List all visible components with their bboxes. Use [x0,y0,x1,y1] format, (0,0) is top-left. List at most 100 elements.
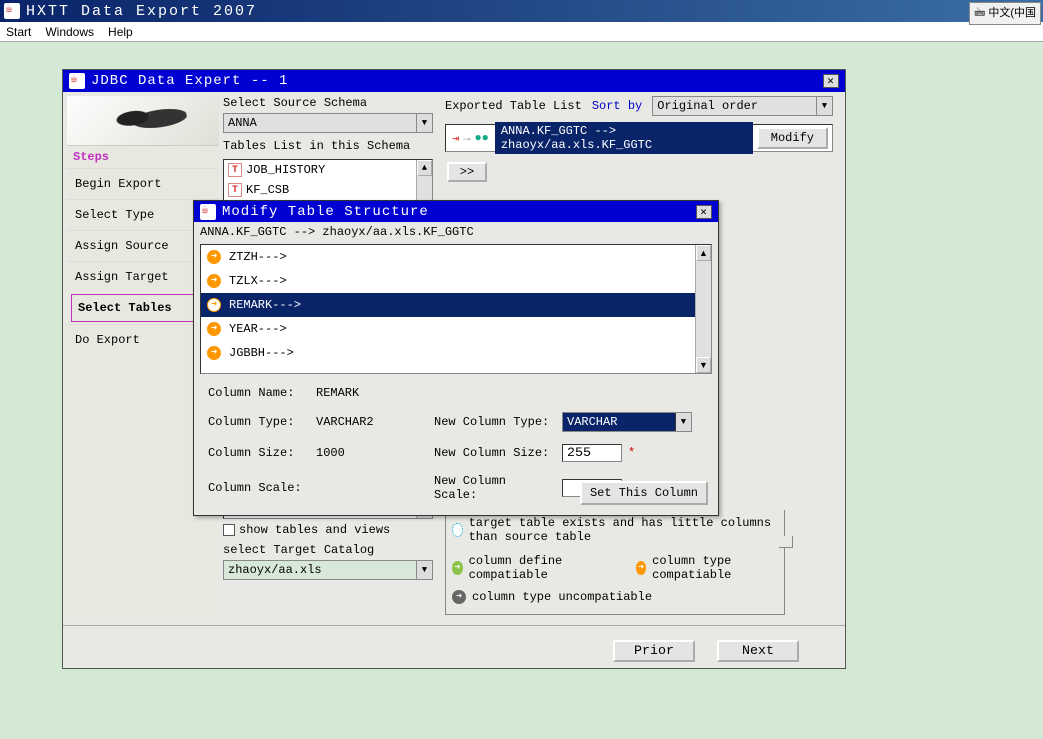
move-right-button[interactable]: >> [447,162,487,182]
label-column-name: Column Name: [208,386,308,400]
column-name: TZLX---> [229,274,287,288]
status-icon: ➜ [452,561,463,575]
table-row[interactable]: T KF_CSB [224,180,432,200]
new-column-type-value: VARCHAR [563,415,675,429]
column-row[interactable]: ➜ YEAR---> [201,317,711,341]
schema-combo[interactable]: ANNA ▼ [223,113,433,133]
export-row-text: ANNA.KF_GGTC --> zhaoyx/aa.xls.KF_GGTC [495,122,753,154]
app-titlebar: HXTT Data Export 2007 [0,0,1043,22]
label-new-column-size: New Column Size: [434,446,554,460]
scroll-up-icon[interactable]: ▲ [417,160,432,176]
ime-indicator[interactable]: 🖮 中文(中国 [969,2,1041,25]
catalog-value: zhaoyx/aa.xls [224,563,416,577]
column-row[interactable]: ➜ JGBBH---> [201,341,711,365]
schema-label: Select Source Schema [223,96,433,110]
chevron-down-icon[interactable]: ▼ [416,561,432,579]
required-star: * [628,446,635,460]
sort-value: Original order [653,99,816,113]
chevron-down-icon[interactable]: ▼ [675,413,691,431]
step-begin-export[interactable]: Begin Export [67,168,219,199]
nav-buttons: Prior Next [63,625,845,662]
table-name: JOB_HISTORY [246,163,325,177]
status-icon: ➜ [636,561,647,575]
tables-list-label: Tables List in this Schema [223,139,433,153]
catalog-combo[interactable]: zhaoyx/aa.xls ▼ [223,560,433,580]
export-row[interactable]: ⇥ → ●● ANNA.KF_GGTC --> zhaoyx/aa.xls.KF… [446,127,832,149]
set-this-column-button[interactable]: Set This Column [580,481,708,505]
arrow-icon: ➜ [207,346,221,360]
value-column-size: 1000 [316,446,426,460]
dialog-path: ANNA.KF_GGTC --> zhaoyx/aa.xls.KF_GGTC [194,222,718,242]
column-name: ZTZH---> [229,250,287,264]
transfer-icon: ⇥ [452,131,459,146]
arrow-icon: ➜ [207,298,221,312]
exported-table-list[interactable]: ⇥ → ●● ANNA.KF_GGTC --> zhaoyx/aa.xls.KF… [445,124,833,152]
show-tables-views-checkbox[interactable]: show tables and views [223,523,433,537]
legend-group: • target table exists and has little col… [445,510,785,615]
label-new-column-scale: New Column Scale: [434,474,554,502]
label-new-column-type: New Column Type: [434,415,554,429]
new-column-size-input[interactable] [562,444,622,462]
legend-text: column define compatiable [469,554,606,582]
legend-text: target table exists and has little colum… [469,516,778,544]
new-column-type-combo[interactable]: VARCHAR ▼ [562,412,692,432]
table-name: KF_CSB [246,183,289,197]
column-name: YEAR---> [229,322,287,336]
arrow-icon: ➜ [207,250,221,264]
dialog-title: Modify Table Structure [222,204,429,220]
modify-button[interactable]: Modify [757,127,828,149]
app-title: HXTT Data Export 2007 [26,3,257,20]
close-icon[interactable]: ✕ [823,74,839,88]
workspace: JDBC Data Expert -- 1 ✕ Steps Begin Expo… [0,42,1043,739]
legend-text: column type compatiable [652,554,778,582]
exported-list-label: Exported Table List [445,99,582,113]
menu-help[interactable]: Help [108,25,133,39]
dialog-titlebar: Modify Table Structure ✕ [194,201,718,222]
menu-start[interactable]: Start [6,25,31,39]
column-row-selected[interactable]: ➜ REMARK---> [201,293,711,317]
dots-icon: ●● [474,131,488,145]
java-icon [200,204,216,220]
steps-header: Steps [67,146,219,168]
column-list[interactable]: ➜ ZTZH---> ➜ TZLX---> ➜ REMARK---> ➜ YEA… [200,244,712,374]
sort-by-label: Sort by [592,99,642,113]
inner-window-title: JDBC Data Expert -- 1 [91,73,288,89]
scroll-down-icon[interactable]: ▼ [696,357,711,373]
table-icon: T [228,163,242,177]
eagle-logo [67,96,219,146]
scroll-up-icon[interactable]: ▲ [696,245,711,261]
status-icon: • [452,523,463,537]
arrow-icon: ➜ [207,274,221,288]
value-column-name: REMARK [316,386,426,400]
legend-fragment [779,536,793,548]
prior-button[interactable]: Prior [613,640,695,662]
label-column-size: Column Size: [208,446,308,460]
table-row[interactable]: T JOB_HISTORY [224,160,432,180]
scrollbar[interactable]: ▲ ▼ [695,245,711,373]
export-area: Exported Table List Sort by Original ord… [445,96,833,152]
schema-value: ANNA [224,116,416,130]
arrow-icon: ➜ [207,322,221,336]
legend-text: column type uncompatiable [472,590,652,604]
chevron-down-icon[interactable]: ▼ [416,114,432,132]
column-name: JGBBH---> [229,346,294,360]
label-column-type: Column Type: [208,415,308,429]
java-icon [69,73,85,89]
column-row[interactable]: ➜ ZTZH---> [201,245,711,269]
close-icon[interactable]: ✕ [696,205,712,219]
status-icon: ➜ [452,590,466,604]
column-name: REMARK---> [229,298,301,312]
catalog-label: select Target Catalog [223,543,433,557]
inner-window-titlebar: JDBC Data Expert -- 1 ✕ [63,70,845,92]
sort-combo[interactable]: Original order ▼ [652,96,833,116]
java-icon [4,3,20,19]
value-column-type: VARCHAR2 [316,415,426,429]
next-button[interactable]: Next [717,640,799,662]
show-tables-label: show tables and views [239,523,390,537]
column-row[interactable]: ➜ TZLX---> [201,269,711,293]
table-icon: T [228,183,242,197]
menu-windows[interactable]: Windows [45,25,94,39]
checkbox-icon[interactable] [223,524,235,536]
modify-table-dialog: Modify Table Structure ✕ ANNA.KF_GGTC --… [193,200,719,516]
chevron-down-icon[interactable]: ▼ [816,97,832,115]
